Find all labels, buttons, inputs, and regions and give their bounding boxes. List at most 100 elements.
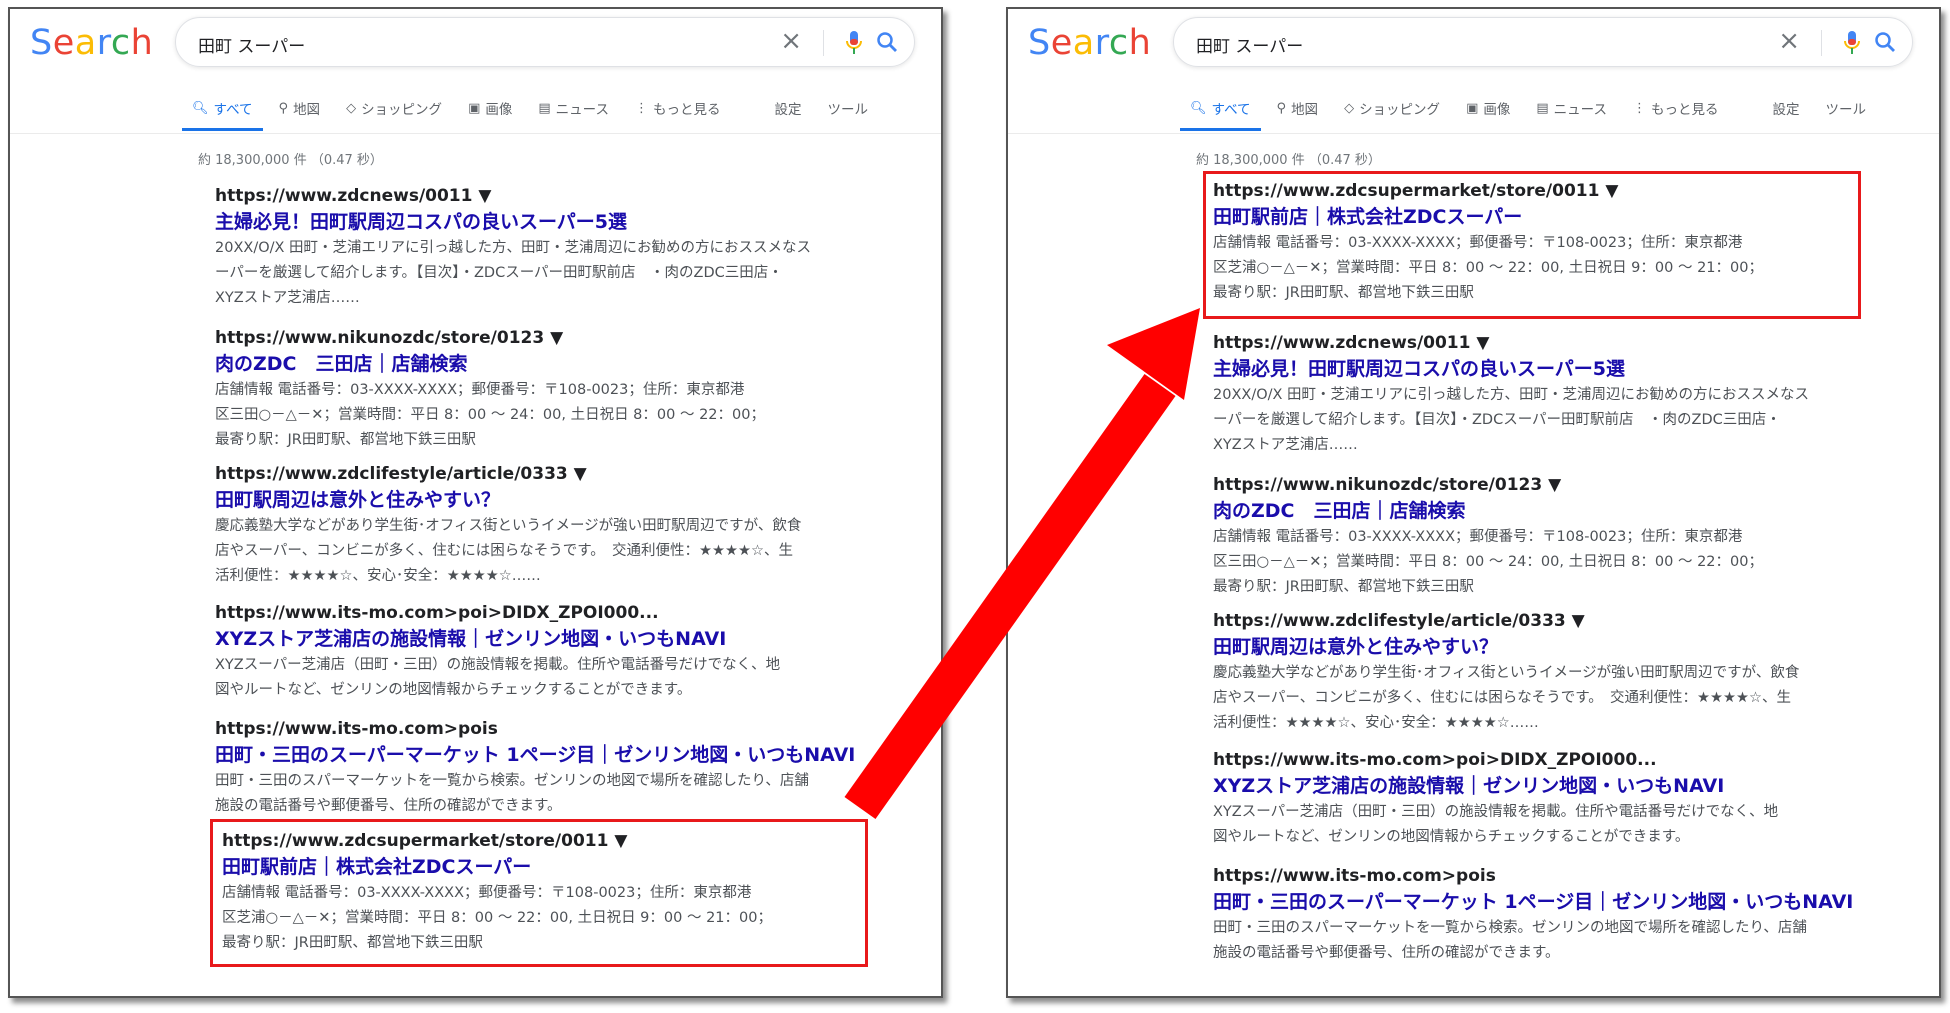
search-box[interactable]: 田町 スーパー × bbox=[175, 17, 915, 67]
tab-label: ショッピング bbox=[1359, 102, 1441, 118]
result-title[interactable]: 田町駅周辺は意外と住みやすい？ bbox=[215, 486, 845, 514]
tab-label: 画像 bbox=[1483, 102, 1511, 118]
tab-news[interactable]: ▤ ニュース bbox=[538, 93, 609, 123]
result-snippet-line: ーパーを厳選して紹介します。【目次】・ZDCスーパー田町駅前店 ・肉のZDC三田… bbox=[1213, 412, 1781, 428]
clear-icon[interactable]: × bbox=[1778, 28, 1800, 54]
search-tabs: 🔍︎ すべて ⚲ 地図 ◇ ショッピング ▣ 画像 ▤ ニュース ⋮ もっと見る 設定 ツー… bbox=[182, 93, 868, 131]
result-snippet-line: 最寄り駅：JR田町駅、都営地下鉄三田駅 bbox=[1213, 285, 1474, 301]
result-title[interactable]: 田町駅前店｜株式会社ZDCスーパー bbox=[222, 853, 852, 881]
search-window-after: Search 田町 スーパー × 🔍︎ すべて ⚲ 地図 ◇ ショッピング ▣ 画像 ▤… bbox=[1006, 7, 1941, 998]
tab-maps[interactable]: ⚲ 地図 bbox=[1277, 93, 1319, 123]
tab-more[interactable]: ⋮ もっと見る bbox=[635, 93, 721, 123]
result-snippet-line: 図やルートなど、ゼンリンの地図情報からチェックすることができます。 bbox=[215, 682, 692, 698]
tab-news[interactable]: ▤ ニュース bbox=[1536, 93, 1607, 123]
tab-images[interactable]: ▣ 画像 bbox=[468, 93, 512, 123]
tab-tools[interactable]: ツール bbox=[827, 93, 868, 123]
result-title[interactable]: 田町駅前店｜株式会社ZDCスーパー bbox=[1213, 203, 1843, 231]
result-snippet-line: 施設の電話番号や郵便番号、住所の確認ができます。 bbox=[215, 798, 562, 814]
result-snippet-line: 田町・三田のスパーマーケットを一覧から検索。ゼンリンの地図で場所を確認したり、店… bbox=[1213, 920, 1807, 936]
result-url[interactable]: https://www.its-mo.com>poi>DIDX_ZPOI000.… bbox=[215, 601, 845, 625]
logo-letter: e bbox=[52, 23, 75, 63]
result-url[interactable]: https://www.zdclifestyle/article/0333 ▼ bbox=[1213, 609, 1843, 633]
result-snippet-line: 店舗情報 電話番号：03-XXXX-XXXX；郵便番号：〒108-0023；住所… bbox=[215, 382, 745, 398]
tab-label: 地図 bbox=[1291, 102, 1319, 118]
logo-letter: h bbox=[1128, 23, 1152, 63]
result-url[interactable]: https://www.nikunozdc/store/0123 ▼ bbox=[1213, 473, 1843, 497]
more-dots-icon: ⋮ bbox=[634, 100, 648, 116]
result-snippet-line: 区芝浦○－△－✕；営業時間：平日 8：00 ～ 22：00, 土日祝日 9：00… bbox=[1213, 260, 1763, 276]
result-url[interactable]: https://www.its-mo.com>poi>DIDX_ZPOI000.… bbox=[1213, 748, 1843, 772]
result-title[interactable]: 肉のZDC 三田店｜店舗検索 bbox=[1213, 497, 1843, 525]
search-icon[interactable] bbox=[876, 31, 898, 57]
result-title[interactable]: 田町・三田のスーパーマーケット 1ページ目｜ゼンリン地図・いつもNAVI bbox=[215, 741, 855, 769]
microphone-icon[interactable] bbox=[846, 31, 862, 59]
result-url[interactable]: https://www.zdcsupermarket/store/0011 ▼ bbox=[1213, 179, 1843, 203]
result-url[interactable]: https://www.its-mo.com>pois bbox=[1213, 864, 1843, 888]
logo-letter: h bbox=[130, 23, 154, 63]
result-url[interactable]: https://www.zdclifestyle/article/0333 ▼ bbox=[215, 462, 845, 486]
tab-label: 地図 bbox=[293, 102, 321, 118]
result-snippet-line: 施設の電話番号や郵便番号、住所の確認ができます。 bbox=[1213, 945, 1560, 961]
tab-label: ニュース bbox=[555, 102, 609, 118]
tab-label: もっと見る bbox=[1650, 102, 1719, 118]
result-snippet-line: 最寄り駅：JR田町駅、都営地下鉄三田駅 bbox=[215, 432, 476, 448]
search-result: https://www.zdclifestyle/article/0333 ▼ … bbox=[215, 462, 845, 589]
tab-settings[interactable]: 設定 bbox=[1772, 93, 1799, 123]
clear-icon[interactable]: × bbox=[780, 28, 802, 54]
search-input[interactable]: 田町 スーパー bbox=[1196, 32, 1303, 57]
tab-all[interactable]: 🔍︎ すべて bbox=[1180, 93, 1260, 131]
result-snippet-line: 慶応義塾大学などがあり学生街･オフィス街というイメージが強い田町駅周辺ですが、飲… bbox=[215, 518, 802, 534]
search-result: https://www.its-mo.com>poi>DIDX_ZPOI000.… bbox=[215, 601, 845, 703]
result-title[interactable]: XYZストア芝浦店の施設情報｜ゼンリン地図・いつもNAVI bbox=[1213, 772, 1843, 800]
result-snippet-line: 店やスーパー、コンビニが多く、住むには困らなそうです。 交通利便性：★★★★☆、… bbox=[1213, 690, 1792, 706]
result-url[interactable]: https://www.zdcsupermarket/store/0011 ▼ bbox=[222, 829, 852, 853]
tab-label: ショッピング bbox=[361, 102, 443, 118]
search-result: https://www.nikunozdc/store/0123 ▼ 肉のZDC… bbox=[215, 326, 845, 453]
result-stats: 約 18,300,000 件 （0.47 秒） bbox=[198, 153, 383, 168]
search-icon[interactable] bbox=[1874, 31, 1896, 57]
tab-shopping[interactable]: ◇ ショッピング bbox=[1344, 93, 1440, 123]
search-icon: 🔍︎ bbox=[192, 100, 209, 116]
search-icon: 🔍︎ bbox=[1190, 100, 1207, 116]
image-icon: ▣ bbox=[1466, 100, 1479, 116]
result-title[interactable]: XYZストア芝浦店の施設情報｜ゼンリン地図・いつもNAVI bbox=[215, 625, 845, 653]
tab-tools[interactable]: ツール bbox=[1825, 93, 1866, 123]
result-url[interactable]: https://www.zdcnews/0011 ▼ bbox=[1213, 331, 1843, 355]
news-icon: ▤ bbox=[1536, 100, 1549, 116]
search-box[interactable]: 田町 スーパー × bbox=[1173, 17, 1913, 67]
logo-letter: c bbox=[1108, 23, 1129, 63]
result-url[interactable]: https://www.its-mo.com>pois bbox=[215, 717, 845, 741]
result-url[interactable]: https://www.zdcnews/0011 ▼ bbox=[215, 184, 845, 208]
tab-images[interactable]: ▣ 画像 bbox=[1466, 93, 1510, 123]
tab-label: ニュース bbox=[1553, 102, 1607, 118]
search-result: https://www.zdclifestyle/article/0333 ▼ … bbox=[1213, 609, 1843, 736]
search-tabs: 🔍︎ すべて ⚲ 地図 ◇ ショッピング ▣ 画像 ▤ ニュース ⋮ もっと見る 設定 ツー… bbox=[1180, 93, 1866, 131]
result-url[interactable]: https://www.nikunozdc/store/0123 ▼ bbox=[215, 326, 845, 350]
tab-maps[interactable]: ⚲ 地図 bbox=[279, 93, 321, 123]
result-title[interactable]: 田町・三田のスーパーマーケット 1ページ目｜ゼンリン地図・いつもNAVI bbox=[1213, 888, 1853, 916]
search-result-highlighted: https://www.zdcsupermarket/store/0011 ▼ … bbox=[1213, 179, 1843, 306]
microphone-icon[interactable] bbox=[1844, 31, 1860, 59]
search-result: https://www.its-mo.com>pois 田町・三田のスーパーマー… bbox=[1213, 864, 1853, 966]
result-title[interactable]: 肉のZDC 三田店｜店舗検索 bbox=[215, 350, 845, 378]
more-dots-icon: ⋮ bbox=[1632, 100, 1646, 116]
result-title[interactable]: 主婦必見！田町駅周辺コスパの良いスーパー5選 bbox=[215, 208, 845, 236]
logo-letter: a bbox=[74, 23, 97, 63]
result-title[interactable]: 田町駅周辺は意外と住みやすい？ bbox=[1213, 633, 1843, 661]
tab-label: ツール bbox=[1825, 102, 1866, 118]
tab-shopping[interactable]: ◇ ショッピング bbox=[346, 93, 442, 123]
tab-all[interactable]: 🔍︎ すべて bbox=[182, 93, 262, 131]
result-snippet-line: 20XX/O/X 田町・芝浦エリアに引っ越した方、田町・芝浦周辺にお勧めの方にお… bbox=[215, 240, 812, 256]
result-snippet-line: 田町・三田のスパーマーケットを一覧から検索。ゼンリンの地図で場所を確認したり、店… bbox=[215, 773, 809, 789]
result-snippet-line: 店やスーパー、コンビニが多く、住むには困らなそうです。 交通利便性：★★★★☆、… bbox=[215, 543, 794, 559]
search-result: https://www.nikunozdc/store/0123 ▼ 肉のZDC… bbox=[1213, 473, 1843, 600]
tab-settings[interactable]: 設定 bbox=[774, 93, 801, 123]
tab-label: 設定 bbox=[1772, 102, 1800, 118]
tab-more[interactable]: ⋮ もっと見る bbox=[1633, 93, 1719, 123]
result-snippet-line: 店舗情報 電話番号：03-XXXX-XXXX；郵便番号：〒108-0023；住所… bbox=[1213, 235, 1743, 251]
logo-letter: r bbox=[96, 23, 111, 63]
result-snippet-line: XYZストア芝浦店…… bbox=[215, 290, 360, 306]
search-input[interactable]: 田町 スーパー bbox=[198, 32, 305, 57]
result-stats: 約 18,300,000 件 （0.47 秒） bbox=[1196, 153, 1381, 168]
result-title[interactable]: 主婦必見！田町駅周辺コスパの良いスーパー5選 bbox=[1213, 355, 1843, 383]
